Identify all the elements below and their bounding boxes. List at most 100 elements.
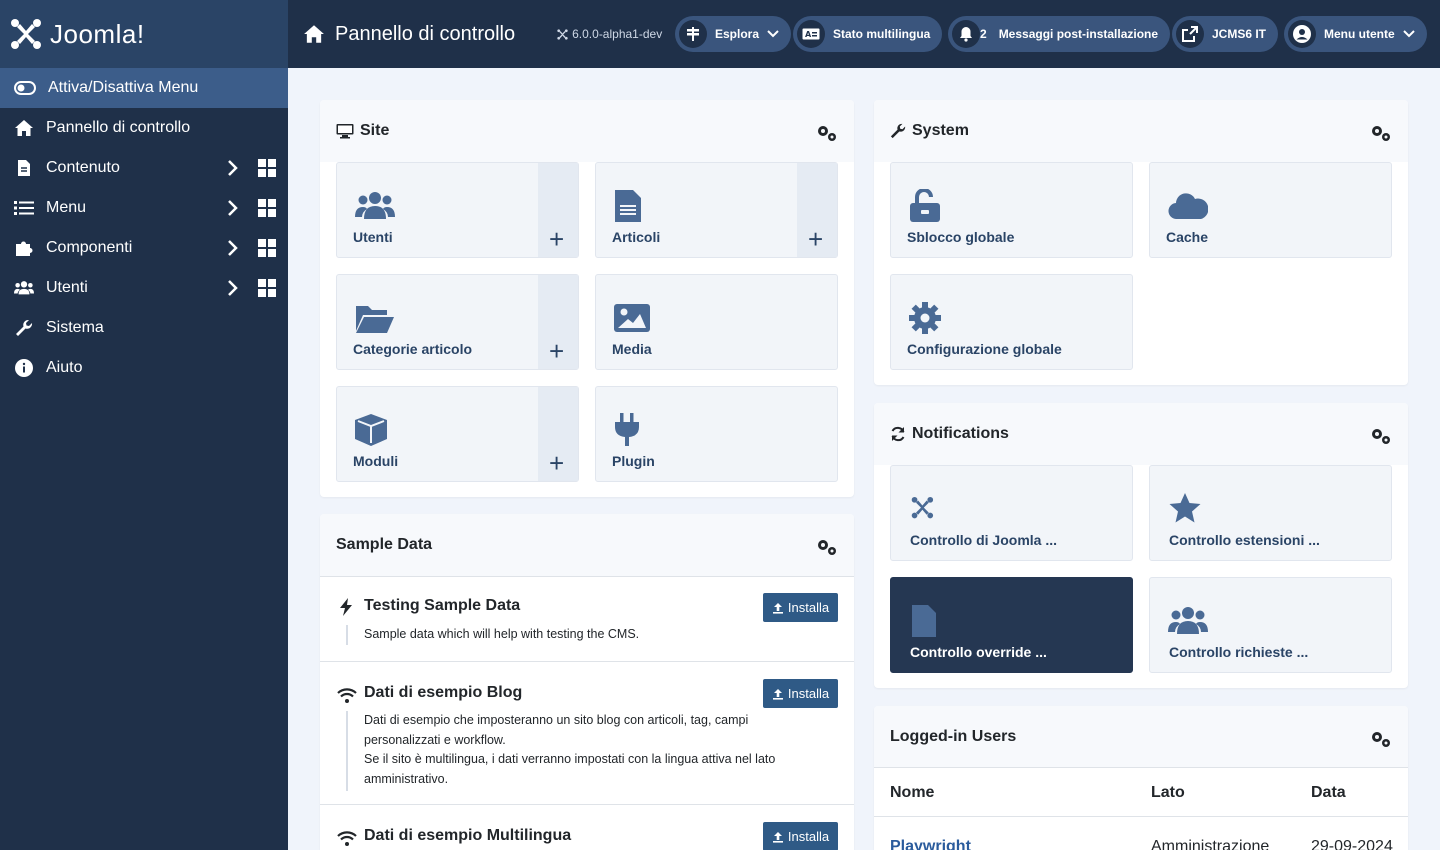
- add-category-button[interactable]: +: [538, 275, 578, 369]
- sample-item-title: Testing Sample Data: [364, 597, 521, 614]
- explore-button[interactable]: Esplora: [675, 16, 792, 52]
- notifications-module-title: Notifications: [912, 425, 1009, 442]
- dashboard-grid-icon[interactable]: [258, 279, 276, 297]
- sidebar-item-label: Sistema: [46, 319, 104, 336]
- star-icon: [1169, 493, 1201, 523]
- tile-plugins[interactable]: Plugin: [595, 386, 838, 482]
- column-header-side[interactable]: Lato: [1151, 784, 1185, 802]
- sample-data-title: Sample Data: [336, 536, 433, 553]
- user-menu-button[interactable]: Menu utente: [1284, 16, 1427, 52]
- tile-requests-check[interactable]: Controllo richieste ...: [1149, 577, 1392, 673]
- add-article-button[interactable]: +: [797, 163, 837, 257]
- dashboard-grid-icon[interactable]: [258, 159, 276, 177]
- menu-toggle-label: Attiva/Disattiva Menu: [48, 79, 199, 96]
- unlock-icon: [910, 189, 940, 222]
- install-multilingual-button[interactable]: Installa: [763, 822, 838, 850]
- logged-in-users-header: Logged-in Users: [874, 706, 1408, 768]
- tile-global-configuration[interactable]: Configurazione globale: [890, 274, 1133, 370]
- plus-icon: +: [549, 448, 565, 478]
- install-blog-button[interactable]: Installa: [763, 679, 838, 708]
- logged-in-users-title: Logged-in Users: [890, 728, 1017, 745]
- post-install-label: Messaggi post-installazione: [998, 27, 1159, 41]
- desc-bar: [346, 711, 348, 791]
- system-module-title: System: [912, 122, 969, 139]
- sample-item-description: Sample data which will help with testing…: [364, 625, 794, 645]
- tile-label: Plugin: [612, 453, 655, 469]
- chevron-right-icon[interactable]: [226, 239, 240, 257]
- joomla-logo-icon: [11, 19, 41, 49]
- module-options-icon[interactable]: [816, 124, 838, 142]
- install-label: Installa: [787, 600, 830, 615]
- system-module-header: System: [874, 100, 1408, 162]
- site-link-button[interactable]: JCMS6 IT: [1172, 16, 1279, 52]
- module-options-icon[interactable]: [816, 538, 838, 556]
- chevron-right-icon[interactable]: [226, 199, 240, 217]
- post-install-messages-button[interactable]: 2 Messaggi post-installazione: [948, 16, 1171, 52]
- svg-text:A: A: [805, 30, 812, 39]
- user-menu-label: Menu utente: [1324, 27, 1395, 41]
- sidebar: Joomla! Attiva/Disattiva Menu Pannello d…: [0, 0, 288, 850]
- user-name-link[interactable]: Playwright: [890, 838, 971, 850]
- sample-data-header: Sample Data: [320, 514, 854, 576]
- tile-article-categories[interactable]: Categorie articolo +: [336, 274, 579, 370]
- module-options-icon[interactable]: [1370, 427, 1392, 445]
- sample-item-title: Dati di esempio Multilingua: [364, 827, 572, 844]
- multilang-status-button[interactable]: A Stato multilingua: [793, 16, 943, 52]
- module-options-icon[interactable]: [1370, 124, 1392, 142]
- external-link-icon: [1176, 20, 1204, 48]
- tile-modules[interactable]: Moduli +: [336, 386, 579, 482]
- sidebar-item-content[interactable]: Contenuto: [0, 148, 288, 188]
- tile-joomla-check[interactable]: Controllo di Joomla ...: [890, 465, 1133, 561]
- dashboard-grid-icon[interactable]: [258, 239, 276, 257]
- sidebar-item-components[interactable]: Componenti: [0, 228, 288, 268]
- file-icon: [912, 605, 936, 637]
- top-header: Pannello di controllo 6.0.0-alpha1-dev E…: [288, 0, 1440, 68]
- sample-item-multilingual: Dati di esempio Multilingua Installa: [320, 804, 854, 850]
- tile-cache[interactable]: Cache: [1149, 162, 1392, 258]
- image-icon: [614, 304, 650, 332]
- cloud-icon: [1168, 193, 1208, 220]
- tile-articles[interactable]: Articoli +: [595, 162, 838, 258]
- add-module-button[interactable]: +: [538, 387, 578, 481]
- sample-item-title: Dati di esempio Blog: [364, 684, 523, 701]
- explore-label: Esplora: [715, 27, 760, 41]
- tile-users[interactable]: Utenti +: [336, 162, 579, 258]
- sidebar-item-help[interactable]: Aiuto: [0, 348, 288, 388]
- tile-label: Sblocco globale: [907, 229, 1015, 245]
- column-header-date[interactable]: Data: [1311, 784, 1346, 802]
- module-options-icon[interactable]: [1370, 730, 1392, 748]
- site-module: Site Utenti + Articoli + Categorie artic…: [320, 100, 854, 497]
- notifications-module: Notifications Controllo di Joomla ... Co…: [874, 403, 1408, 688]
- dashboard-grid-icon[interactable]: [258, 199, 276, 217]
- wifi-icon: [337, 688, 357, 703]
- install-testing-button[interactable]: Installa: [763, 593, 838, 622]
- add-user-button[interactable]: +: [538, 163, 578, 257]
- chevron-right-icon[interactable]: [226, 159, 240, 177]
- page-title: Pannello di controllo: [303, 23, 515, 46]
- joomla-logo[interactable]: Joomla!: [0, 0, 288, 68]
- sync-icon: [891, 426, 905, 442]
- cube-icon: [355, 414, 387, 446]
- tile-override-check[interactable]: Controllo override ...: [890, 577, 1133, 673]
- sidebar-item-dashboard[interactable]: Pannello di controllo: [0, 108, 288, 148]
- divider: [874, 816, 1408, 817]
- plug-icon: [615, 413, 639, 446]
- tile-label: Controllo estensioni ...: [1169, 532, 1320, 548]
- sidebar-item-system[interactable]: Sistema: [0, 308, 288, 348]
- divider: [874, 767, 1408, 768]
- sidebar-item-label: Menu: [46, 199, 87, 216]
- tile-media[interactable]: Media: [595, 274, 838, 370]
- upload-icon: [772, 831, 783, 843]
- sidebar-item-label: Componenti: [46, 239, 133, 256]
- chevron-right-icon[interactable]: [226, 279, 240, 297]
- desc-line: Sample data which will help with testing…: [364, 627, 640, 641]
- sidebar-item-menu[interactable]: Menu: [0, 188, 288, 228]
- sidebar-item-users[interactable]: Utenti: [0, 268, 288, 308]
- chevron-down-icon: [767, 30, 779, 38]
- joomla-icon: [911, 496, 934, 519]
- menu-toggle-button[interactable]: Attiva/Disattiva Menu: [0, 68, 288, 108]
- tile-extensions-check[interactable]: Controllo estensioni ...: [1149, 465, 1392, 561]
- desc-line: Dati di esempio che imposteranno un sito…: [364, 713, 749, 747]
- column-header-name[interactable]: Nome: [890, 784, 934, 802]
- tile-global-checkin[interactable]: Sblocco globale: [890, 162, 1133, 258]
